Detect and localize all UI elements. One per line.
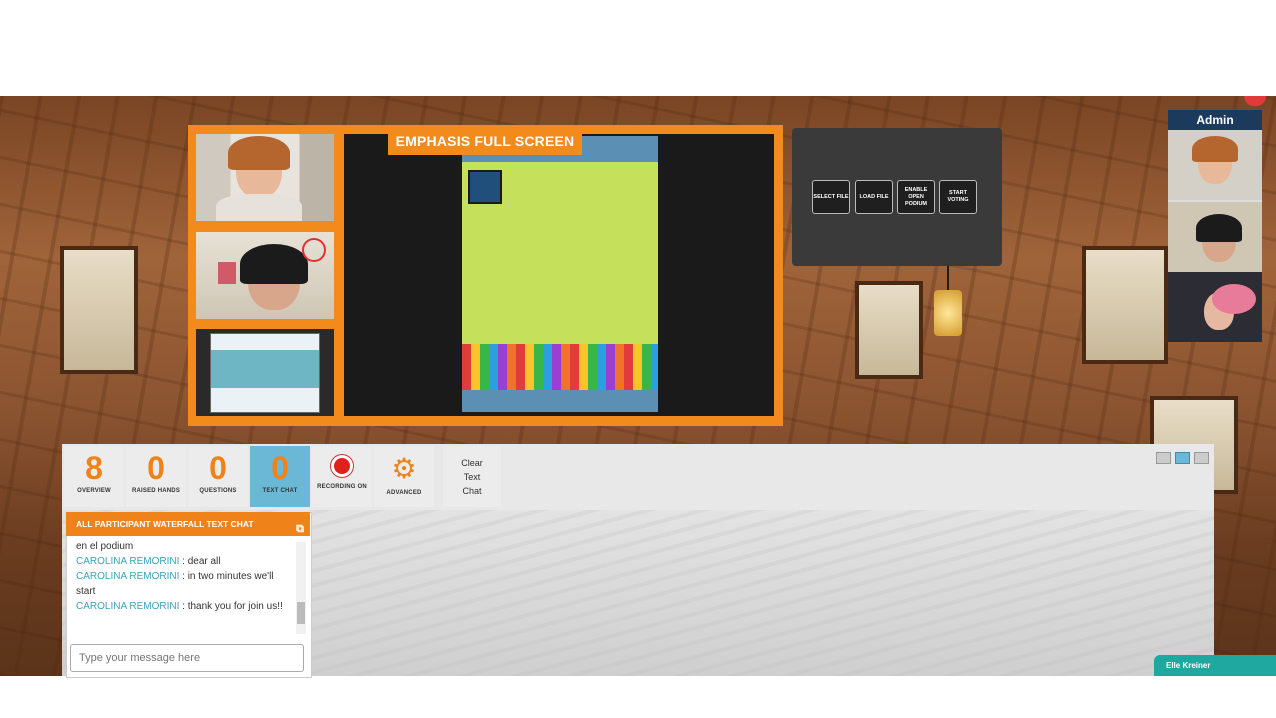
scrollbar-thumb[interactable] (297, 602, 305, 624)
text-chat-button[interactable]: 0 TEXT CHAT (250, 446, 310, 507)
participant-hair (1212, 284, 1256, 314)
select-file-button[interactable]: SELECT FILE (812, 180, 850, 214)
overview-button[interactable]: 8 OVERVIEW (64, 446, 124, 507)
overview-count: 8 (85, 450, 103, 486)
popout-icon[interactable]: ⧉ (296, 517, 304, 541)
text-chat-count: 0 (271, 450, 289, 486)
clear-text-chat-button[interactable]: Clear Text Chat (443, 446, 501, 507)
chat-header-title: ALL PARTICIPANT WATERFALL TEXT CHAT (76, 519, 254, 529)
wall-picture (218, 262, 236, 284)
background-window (855, 281, 923, 379)
load-file-button[interactable]: LOAD FILE (855, 180, 893, 214)
raised-hands-button[interactable]: 0 RAISED HANDS (126, 446, 186, 507)
layout-full-icon[interactable] (1194, 452, 1209, 464)
record-icon (334, 458, 350, 474)
hanging-lamp (934, 290, 962, 336)
clear-line-1: Clear (461, 458, 483, 468)
poster-hands-graphic (462, 344, 658, 390)
questions-count: 0 (209, 450, 227, 486)
chat-message: CAROLINA REMORINI : in two minutes we'll… (76, 569, 294, 599)
recording-label: RECORDING ON (317, 484, 367, 490)
text-chat-label: TEXT CHAT (262, 488, 298, 494)
admin-video-1[interactable] (1168, 130, 1262, 200)
poster-logo (468, 170, 502, 204)
admin-title: Admin (1168, 110, 1262, 130)
chat-sender[interactable]: CAROLINA REMORINI (76, 601, 179, 612)
admin-video-3[interactable] (1168, 272, 1262, 342)
questions-button[interactable]: 0 QUESTIONS (188, 446, 248, 507)
layout-split-icon[interactable] (1175, 452, 1190, 464)
background-window (60, 246, 138, 374)
participant-hair (1192, 136, 1238, 162)
chat-messages: en el podium CAROLINA REMORINI : dear al… (76, 539, 294, 631)
gear-icon: ⚙ (391, 453, 417, 484)
admin-video-column: Admin (1168, 110, 1262, 342)
video-thumbnail-1[interactable] (196, 134, 334, 221)
raised-hands-label: RAISED HANDS (131, 488, 181, 494)
emphasis-label: EMPHASIS FULL SCREEN (388, 127, 582, 155)
overview-label: OVERVIEW (77, 488, 111, 494)
chat-scrollbar[interactable] (296, 542, 306, 634)
raised-hands-count: 0 (147, 450, 165, 486)
admin-video-2[interactable] (1168, 202, 1262, 272)
chat-message: CAROLINA REMORINI : dear all (76, 554, 294, 569)
clear-line-2: Text (463, 472, 481, 482)
presentation-poster (462, 136, 658, 412)
enable-open-podium-button[interactable]: ENABLE OPEN PODIUM (897, 180, 935, 214)
chat-sender[interactable]: CAROLINA REMORINI (76, 571, 179, 582)
chat-sender[interactable]: CAROLINA REMORINI (76, 556, 179, 567)
participant-hair (228, 136, 290, 170)
background-window (1082, 246, 1168, 364)
advanced-button[interactable]: ⚙ ADVANCED (374, 446, 434, 507)
chat-message: CAROLINA REMORINI : thank you for join u… (76, 599, 294, 614)
chat-pre-line: en el podium (76, 541, 134, 552)
advanced-label: ADVANCED (386, 490, 422, 496)
clear-line-3: Chat (462, 486, 482, 496)
participant-hair (1196, 214, 1242, 242)
user-name-tag[interactable]: Elle Kreiner (1154, 655, 1276, 676)
chat-header: ALL PARTICIPANT WATERFALL TEXT CHAT ⧉ (66, 512, 310, 536)
chat-message-input[interactable] (70, 644, 304, 672)
video-thumbnail-2[interactable] (196, 232, 334, 319)
slide-preview (210, 333, 320, 413)
participant-hair (240, 244, 308, 284)
layout-grid-icon[interactable] (1156, 452, 1171, 464)
slide-thumbnail[interactable] (196, 329, 334, 416)
mute-icon[interactable] (302, 238, 326, 262)
recording-button[interactable]: RECORDING ON (312, 446, 372, 507)
questions-label: QUESTIONS (199, 488, 237, 494)
participant-shoulders (216, 194, 302, 221)
chat-text: : thank you for join us!! (179, 601, 283, 612)
chat-text: : dear all (179, 556, 221, 567)
start-voting-button[interactable]: START VOTING (939, 180, 977, 214)
